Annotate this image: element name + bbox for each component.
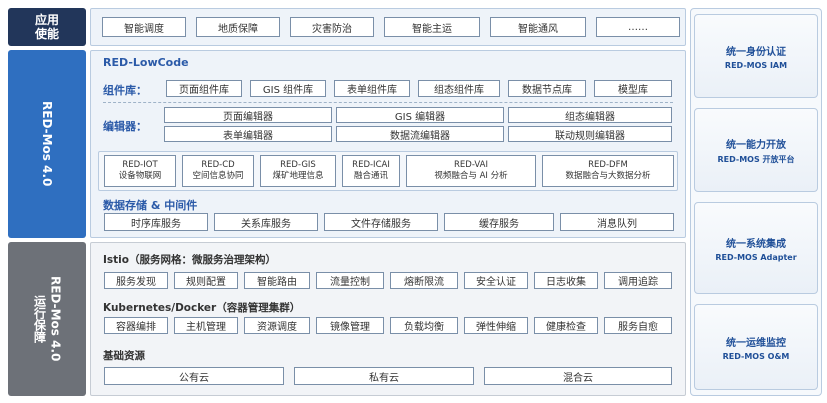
infra-item: 公有云 (104, 367, 284, 385)
istio-item: 安全认证 (464, 272, 528, 289)
component-item: 组态组件库 (418, 80, 500, 97)
card-title: 统一运维监控 (726, 337, 786, 349)
module-red-cd: RED-CD 空间信息协同 (182, 155, 254, 187)
infra-title: 基础资源 (103, 350, 145, 362)
editor-item: 数据流编辑器 (336, 126, 504, 142)
app-item: 智能调度 (102, 17, 186, 37)
istio-item: 规则配置 (174, 272, 238, 289)
k8s-item: 资源调度 (244, 317, 310, 334)
k8s-item: 镜像管理 (316, 317, 384, 334)
module-red-gis: RED-GIS 煤矿地理信息 (260, 155, 336, 187)
storage-item: 缓存服务 (444, 213, 554, 231)
storage-item: 时序库服务 (104, 213, 208, 231)
storage-title: 数据存储 & 中间件 (103, 199, 198, 212)
lowcode-title: RED-LowCode (103, 56, 189, 69)
card-iam: 统一身份认证 RED-MOS IAM (694, 14, 818, 98)
module-desc: 数据融合与大数据分析 (565, 171, 651, 181)
lowcode-divider (103, 102, 673, 103)
component-item: 表单组件库 (334, 80, 410, 97)
module-name: RED-ICAI (352, 160, 390, 170)
infra-item: 混合云 (484, 367, 672, 385)
card-sub: RED-MOS IAM (724, 60, 788, 70)
ops-label-cn: 运行保障 (32, 295, 47, 343)
istio-item: 智能路由 (244, 272, 310, 289)
card-adapter: 统一系统集成 RED-MOS Adapter (694, 202, 818, 294)
editor-item: 表单编辑器 (164, 126, 332, 142)
app-item: 智能主运 (384, 17, 480, 37)
k8s-item: 容器编排 (104, 317, 168, 334)
component-item: 数据节点库 (508, 80, 586, 97)
card-sub: RED-MOS Adapter (715, 252, 797, 262)
storage-item: 关系库服务 (214, 213, 318, 231)
module-red-dfm: RED-DFM 数据融合与大数据分析 (542, 155, 674, 187)
k8s-item: 服务自愈 (604, 317, 672, 334)
module-desc: 空间信息协同 (192, 171, 244, 181)
card-open-platform: 统一能力开放 RED-MOS 开放平台 (694, 108, 818, 192)
editor-item: 联动规则编辑器 (508, 126, 672, 142)
storage-item: 文件存储服务 (324, 213, 438, 231)
card-title: 统一系统集成 (726, 238, 786, 250)
app-item: 地质保障 (196, 17, 280, 37)
istio-item: 日志收集 (534, 272, 598, 289)
module-name: RED-GIS (280, 160, 316, 170)
module-desc: 设备物联网 (118, 171, 162, 181)
module-red-vai: RED-VAI 视频融合与 AI 分析 (406, 155, 536, 187)
editors-label: 编辑器： (103, 120, 147, 133)
component-item: 模型库 (594, 80, 672, 97)
istio-item: 调用追踪 (604, 272, 672, 289)
istio-title: Istio（服务网格：微服务治理架构） (103, 254, 276, 266)
app-item: 灾害防治 (290, 17, 374, 37)
app-item: …… (596, 17, 680, 37)
card-sub: RED-MOS 开放平台 (717, 154, 795, 164)
components-label: 组件库： (103, 84, 147, 97)
platform-label-text: RED-Mos 4.0 (40, 101, 54, 187)
istio-item: 服务发现 (104, 272, 168, 289)
app-enable-label: 应用 使能 (8, 8, 86, 46)
module-name: RED-VAI (454, 160, 488, 170)
ops-label-en: RED-Mos 4.0 (48, 276, 63, 362)
k8s-title: Kubernetes/Docker（容器管理集群） (103, 302, 301, 314)
component-item: 页面组件库 (166, 80, 242, 97)
card-title: 统一身份认证 (726, 46, 786, 58)
k8s-item: 健康检查 (534, 317, 598, 334)
card-title: 统一能力开放 (726, 139, 786, 151)
infra-item: 私有云 (294, 367, 474, 385)
module-name: RED-CD (201, 160, 235, 170)
ops-label: 运行保障 RED-Mos 4.0 (8, 242, 86, 396)
module-red-iot: RED-IOT 设备物联网 (104, 155, 176, 187)
editor-item: GIS 编辑器 (336, 107, 504, 123)
component-item: GIS 组件库 (250, 80, 326, 97)
module-desc: 视频融合与 AI 分析 (434, 171, 508, 181)
istio-item: 熔断限流 (390, 272, 458, 289)
module-desc: 融合通讯 (353, 171, 388, 181)
module-red-icai: RED-ICAI 融合通讯 (342, 155, 400, 187)
storage-item: 消息队列 (560, 213, 674, 231)
module-name: RED-DFM (588, 160, 628, 170)
card-sub: RED-MOS O&M (722, 351, 790, 361)
app-item: 智能通风 (490, 17, 586, 37)
istio-item: 流量控制 (316, 272, 384, 289)
k8s-item: 负载均衡 (390, 317, 458, 334)
k8s-item: 主机管理 (174, 317, 238, 334)
card-om: 统一运维监控 RED-MOS O&M (694, 304, 818, 390)
platform-label: RED-Mos 4.0 (8, 50, 86, 238)
editor-item: 组态编辑器 (508, 107, 672, 123)
module-name: RED-IOT (122, 160, 158, 170)
k8s-item: 弹性伸缩 (464, 317, 528, 334)
editor-item: 页面编辑器 (164, 107, 332, 123)
module-desc: 煤矿地理信息 (272, 171, 324, 181)
